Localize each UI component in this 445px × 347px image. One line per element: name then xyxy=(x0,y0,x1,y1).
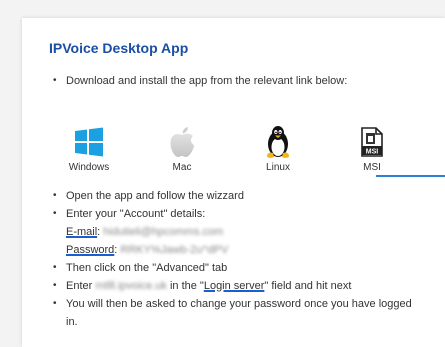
email-label: E-mail xyxy=(66,226,98,238)
password-row: Password: RRKY%Jawb-2u^dPV xyxy=(66,241,416,259)
linux-penguin-icon xyxy=(267,126,289,158)
step-enter-mid: in the " xyxy=(169,280,204,292)
email-row: E-mail: hidutieli@hpcomms.com xyxy=(66,223,416,241)
instructions-card: IPVoice Desktop App Download and install… xyxy=(22,18,445,347)
download-windows-link[interactable]: Windows xyxy=(49,124,129,173)
download-mac-link[interactable]: Mac xyxy=(142,124,222,173)
msi-file-icon: MSI xyxy=(361,127,383,157)
login-server-label: Login server xyxy=(203,280,265,292)
download-linux-label: Linux xyxy=(266,162,290,173)
download-links: Windows Mac Linux MSI MSI xyxy=(36,124,396,180)
step-open-app: Open the app and follow the wizzard xyxy=(53,187,416,205)
email-value: hidutieli@hpcomms.com xyxy=(103,226,224,238)
setup-steps-list: Open the app and follow the wizzard Ente… xyxy=(53,187,416,331)
windows-icon xyxy=(75,127,103,157)
step-password-change: You will then be asked to change your pa… xyxy=(53,295,416,331)
download-msi-label: MSI xyxy=(363,162,381,173)
download-linux-link[interactable]: Linux xyxy=(238,124,318,173)
download-step-list: Download and install the app from the re… xyxy=(53,72,347,90)
step-login-server: Enter mtlll.ipvoice.uk in the "Login ser… xyxy=(53,277,416,295)
accent-line xyxy=(376,175,445,177)
password-value: RRKY%Jawb-2u^dPV xyxy=(120,244,229,256)
step-enter-suffix: " field and hit next xyxy=(264,280,352,292)
step-account-details: Enter your "Account" details: E-mail: hi… xyxy=(53,205,416,259)
download-mac-label: Mac xyxy=(172,162,192,173)
server-value: mtlll.ipvoice.uk xyxy=(95,280,167,292)
step-advanced-tab: Then click on the "Advanced" tab xyxy=(53,259,416,277)
password-label: Password xyxy=(66,244,115,256)
download-msi-link[interactable]: MSI MSI xyxy=(332,124,412,173)
svg-text:MSI: MSI xyxy=(366,149,379,156)
step-download: Download and install the app from the re… xyxy=(53,72,347,90)
page-title: IPVoice Desktop App xyxy=(49,40,189,56)
step-account-text: Enter your "Account" details: xyxy=(66,208,206,220)
download-windows-label: Windows xyxy=(68,162,110,173)
apple-icon xyxy=(170,127,194,157)
step-enter-prefix: Enter xyxy=(66,280,93,292)
